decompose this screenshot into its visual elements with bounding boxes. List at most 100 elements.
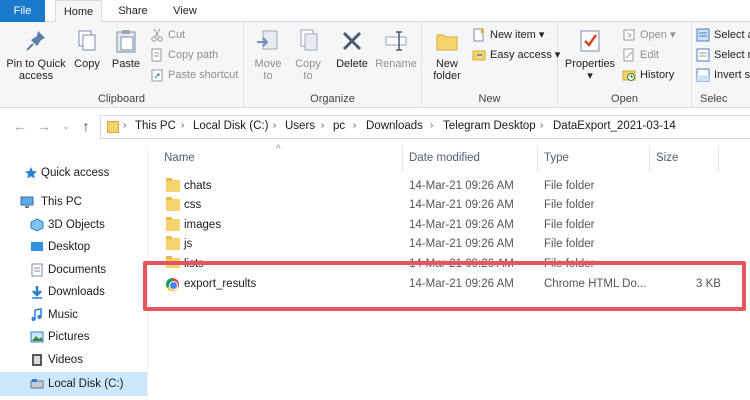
column-header-size[interactable]: Size xyxy=(656,152,678,164)
nav-item-quick-access[interactable]: Quick access xyxy=(0,162,147,184)
nav-item-documents[interactable]: Documents xyxy=(0,259,147,281)
invert-selection-label: Invert se xyxy=(714,69,750,81)
highlight-box xyxy=(143,261,746,311)
tab-file[interactable]: File xyxy=(0,0,45,22)
invert-selection-button[interactable]: Invert se xyxy=(696,66,750,84)
rename-button[interactable]: Rename xyxy=(374,28,418,70)
breadcrumb-telegram-desktop[interactable]: Telegram Desktop xyxy=(443,120,536,132)
pin-icon xyxy=(23,28,49,54)
navigation-pane: Quick access This PC 3D Objects Desktop … xyxy=(0,146,148,400)
paste-shortcut-icon xyxy=(150,68,164,82)
edit-button[interactable]: Edit xyxy=(622,46,659,64)
tab-view[interactable]: View xyxy=(164,0,206,22)
copy-icon xyxy=(74,28,100,54)
forward-arrow-icon[interactable]: → xyxy=(36,118,52,134)
nav-item-pictures[interactable]: Pictures xyxy=(0,326,147,348)
pin-label: Pin to Quick access xyxy=(6,58,66,82)
move-to-icon xyxy=(255,28,281,54)
nav-label: 3D Objects xyxy=(48,219,105,231)
nav-item-this-pc[interactable]: This PC xyxy=(0,191,147,213)
breadcrumb-downloads[interactable]: Downloads xyxy=(366,120,423,132)
history-button[interactable]: History xyxy=(622,66,674,84)
column-header-date-modified[interactable]: Date modified xyxy=(409,152,480,164)
delete-button[interactable]: Delete xyxy=(332,28,372,70)
up-arrow-icon[interactable]: ↑ xyxy=(78,118,94,134)
breadcrumb-separator: › xyxy=(123,120,127,131)
column-header-name[interactable]: Name xyxy=(164,152,195,164)
nav-label: This PC xyxy=(41,196,82,208)
breadcrumb-this-pc[interactable]: This PC xyxy=(135,120,176,132)
star-icon xyxy=(24,166,38,180)
new-folder-button[interactable]: New folder xyxy=(426,28,468,82)
folder-icon xyxy=(166,178,180,192)
breadcrumb-separator: › xyxy=(430,120,434,131)
folder-small-icon xyxy=(107,121,119,133)
new-item-button[interactable]: New item ▾ xyxy=(472,26,544,44)
desktop-icon xyxy=(30,240,44,254)
paste-button[interactable]: Paste xyxy=(106,28,146,70)
ribbon-tabs: File Home Share View xyxy=(0,0,750,23)
new-group-label: New xyxy=(478,93,501,105)
table-row[interactable]: images 14-Mar-21 09:26 AM File folder xyxy=(158,215,748,235)
breadcrumb-dataexport[interactable]: DataExport_2021-03-14 xyxy=(553,120,676,132)
column-divider[interactable] xyxy=(537,146,538,172)
edit-label: Edit xyxy=(640,49,659,61)
nav-item-music[interactable]: Music xyxy=(0,304,147,326)
nav-item-local-disk[interactable]: Local Disk (C:) xyxy=(0,372,147,396)
nav-item-3d-objects[interactable]: 3D Objects xyxy=(0,214,147,236)
clipboard-group: Pin to Quick access Copy Paste Cut Copy … xyxy=(0,22,244,108)
film-icon xyxy=(30,353,44,367)
breadcrumb-local-disk[interactable]: Local Disk (C:) xyxy=(193,120,268,132)
copy-to-icon xyxy=(295,28,321,54)
nav-label: Downloads xyxy=(48,286,105,298)
easy-access-button[interactable]: Easy access ▾ xyxy=(472,46,560,64)
new-item-label: New item xyxy=(490,29,536,41)
table-row[interactable]: js 14-Mar-21 09:26 AM File folder xyxy=(158,234,748,254)
nav-item-downloads[interactable]: Downloads xyxy=(0,281,147,303)
address-row: ← → ⌄ ↑ › This PC › Local Disk (C:) › Us… xyxy=(0,108,750,146)
column-divider[interactable] xyxy=(649,146,650,172)
cut-button[interactable]: Cut xyxy=(150,26,185,44)
copy-to-button[interactable]: Copy to xyxy=(290,28,326,82)
nav-item-desktop[interactable]: Desktop xyxy=(0,236,147,258)
nav-item-videos[interactable]: Videos xyxy=(0,349,147,371)
tab-share[interactable]: Share xyxy=(112,0,154,22)
breadcrumb-pc[interactable]: pc xyxy=(333,120,345,132)
new-item-icon xyxy=(472,28,486,42)
breadcrumb-users[interactable]: Users xyxy=(285,120,315,132)
file-type: File folder xyxy=(544,238,595,250)
open-group-label: Open xyxy=(611,93,638,105)
file-name: chats xyxy=(184,180,212,192)
nav-label: Quick access xyxy=(41,167,110,179)
open-label: Open xyxy=(640,29,667,41)
move-to-button[interactable]: Move to xyxy=(250,28,286,82)
column-divider[interactable] xyxy=(718,146,719,172)
tab-home[interactable]: Home xyxy=(55,0,102,23)
delete-label: Delete xyxy=(336,58,368,70)
copy-button[interactable]: Copy xyxy=(70,28,104,70)
column-divider[interactable] xyxy=(402,146,403,172)
back-arrow-icon[interactable]: ← xyxy=(12,118,28,134)
organize-group: Move to Copy to Delete Rename Organize xyxy=(244,22,422,108)
table-row[interactable]: css 14-Mar-21 09:26 AM File folder xyxy=(158,195,748,215)
file-name: css xyxy=(184,199,202,211)
music-note-icon xyxy=(30,308,44,322)
select-group: Select all Select no Invert se Selec xyxy=(692,22,750,108)
select-none-button[interactable]: Select no xyxy=(696,46,750,64)
copy-path-button[interactable]: Copy path xyxy=(150,46,218,64)
select-all-button[interactable]: Select all xyxy=(696,26,750,44)
properties-check-icon xyxy=(577,28,603,54)
nav-label: Documents xyxy=(48,264,107,276)
new-group: New folder New item ▾ Easy access ▾ New xyxy=(422,22,560,108)
recent-locations-chevron-icon[interactable]: ⌄ xyxy=(58,118,74,134)
copy-to-label: Copy to xyxy=(295,58,321,82)
table-row[interactable]: chats 14-Mar-21 09:26 AM File folder xyxy=(158,176,748,196)
open-button[interactable]: Open ▾ xyxy=(622,26,676,44)
breadcrumb-separator: › xyxy=(181,120,185,131)
pin-to-quick-access-button[interactable]: Pin to Quick access xyxy=(2,28,70,82)
column-header-type[interactable]: Type xyxy=(544,152,569,164)
properties-button[interactable]: Properties ▾ xyxy=(562,28,618,82)
easy-access-label: Easy access xyxy=(490,49,552,61)
paste-shortcut-button[interactable]: Paste shortcut xyxy=(150,66,238,84)
address-bar[interactable]: › This PC › Local Disk (C:) › Users › pc… xyxy=(100,115,750,139)
